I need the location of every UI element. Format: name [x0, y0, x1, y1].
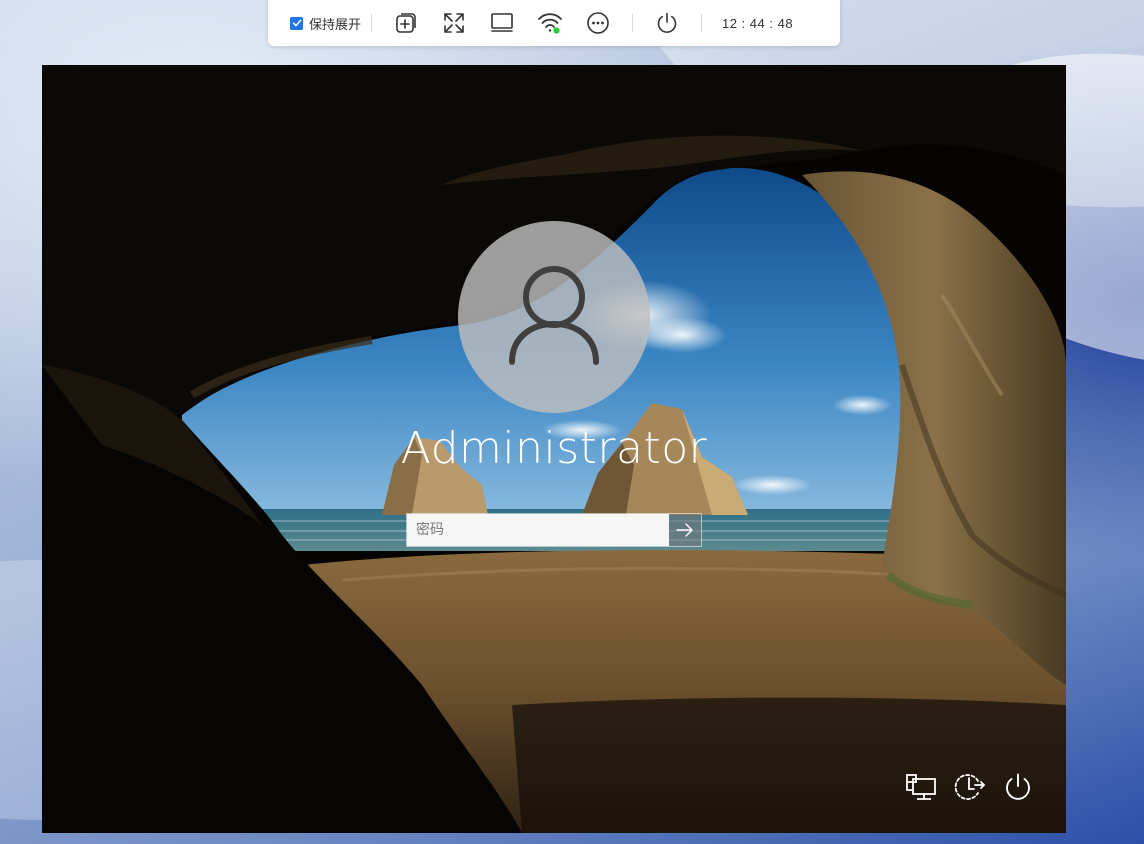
power-icon[interactable]	[648, 8, 686, 38]
remote-toolbar: 保持展开 12: 44: 48	[268, 0, 840, 46]
ease-of-access-icon[interactable]	[950, 767, 990, 807]
session-clock: 12 : 44 : 48	[722, 15, 794, 31]
user-silhouette-icon	[509, 266, 599, 365]
network-icon[interactable]	[902, 767, 942, 807]
remote-desktop-screen[interactable]: Administrator	[42, 65, 1066, 833]
submit-button[interactable]	[669, 514, 701, 546]
wifi-signal-icon[interactable]	[531, 8, 569, 38]
add-window-icon[interactable]	[387, 8, 425, 38]
toolbar-divider	[371, 14, 373, 32]
user-name: Administrator	[400, 423, 708, 474]
keep-expanded-checkbox[interactable]	[290, 16, 303, 30]
user-avatar	[458, 221, 650, 413]
arrow-right-icon	[676, 523, 693, 537]
password-input[interactable]	[407, 514, 669, 546]
toolbar-divider	[632, 14, 634, 32]
fullscreen-icon[interactable]	[435, 8, 473, 38]
keep-expanded-label: 保持展开	[309, 16, 362, 32]
more-options-icon[interactable]	[579, 8, 617, 38]
shutdown-icon[interactable]	[998, 767, 1038, 807]
keep-expanded-toggle[interactable]: 保持展开	[290, 14, 361, 33]
toolbar-divider	[701, 14, 703, 32]
password-form	[406, 513, 702, 547]
check-icon	[292, 19, 301, 27]
monitor-icon[interactable]	[483, 8, 521, 38]
